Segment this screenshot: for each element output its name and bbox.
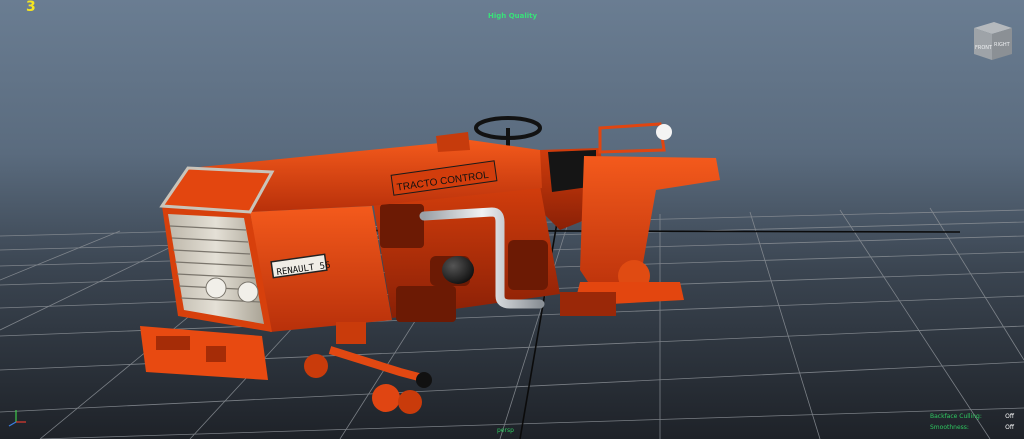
smoothness-label: Smoothness:: [930, 424, 969, 431]
smoothness-readout: Smoothness: Off: [930, 424, 1020, 433]
backface-culling-value: Off: [1005, 413, 1014, 420]
viewcube[interactable]: FRONT RIGHT: [970, 18, 1016, 62]
quality-label: High Quality: [488, 12, 538, 20]
camera-label: persp: [497, 427, 514, 434]
layer-indicator: 3: [26, 0, 36, 15]
axis-gizmo: [8, 410, 26, 427]
backface-culling-label: Backface Culling:: [930, 413, 982, 420]
viewcube-front-label: FRONT: [975, 45, 993, 51]
tractor-model[interactable]: RENAULT 56 TRACTO CONTROL: [140, 116, 720, 414]
backface-culling-readout: Backface Culling: Off: [930, 413, 1020, 422]
3d-viewport[interactable]: RENAULT 56 TRACTO CONTROL 3 High Quality…: [0, 0, 1024, 439]
viewport-scene[interactable]: RENAULT 56 TRACTO CONTROL: [0, 0, 1024, 439]
smoothness-value: Off: [1005, 424, 1014, 431]
viewcube-right-label: RIGHT: [994, 42, 1011, 48]
